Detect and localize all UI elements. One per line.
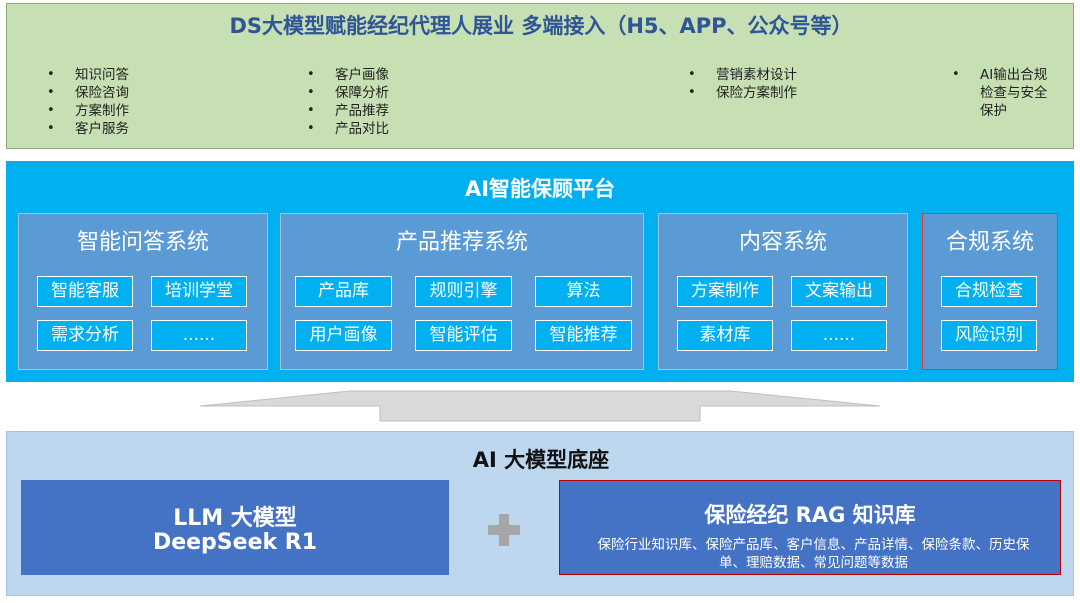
list-item: 营销素材设计	[688, 66, 797, 84]
module-box: 用户画像	[295, 320, 392, 351]
list-item: 保障分析	[307, 84, 389, 102]
system-title: 合规系统	[945, 230, 1034, 255]
module-box: 合规检查	[941, 276, 1037, 307]
rag-title: 保险经纪 RAG 知识库	[704, 503, 916, 527]
list-item: AI输出合规检查与安全保护	[952, 66, 1060, 120]
channels-title: DS大模型赋能经纪代理人展业 多端接入（H5、APP、公众号等）	[229, 14, 853, 38]
list-item: 方案制作	[47, 102, 129, 120]
list-item: 客户服务	[47, 120, 129, 138]
foundation-title: AI 大模型底座	[472, 448, 610, 472]
module-box: ......	[151, 320, 247, 351]
module-box: 智能推荐	[535, 320, 632, 351]
qa-system: 智能问答系统 智能客服 培训学堂 需求分析 ......	[18, 213, 268, 370]
list-item: 产品对比	[307, 120, 389, 138]
platform-title: AI智能保顾平台	[464, 177, 616, 201]
content-system: 内容系统 方案制作 文案输出 素材库 ......	[658, 213, 908, 370]
module-box: 算法	[535, 276, 632, 307]
module-box: 需求分析	[37, 320, 133, 351]
module-box: 文案输出	[791, 276, 887, 307]
module-box: 素材库	[677, 320, 773, 351]
list-item: 产品推荐	[307, 102, 389, 120]
product-recommendation-system: 产品推荐系统 产品库 规则引擎 算法 用户画像 智能评估 智能推荐	[280, 213, 644, 370]
llm-model-name: DeepSeek R1	[152, 530, 318, 555]
list-item: 知识问答	[47, 66, 129, 84]
module-box: 智能客服	[37, 276, 133, 307]
llm-label: LLM 大模型	[173, 506, 297, 531]
system-title: 智能问答系统	[76, 230, 209, 255]
module-box: 智能评估	[415, 320, 512, 351]
feature-list-analysis: 客户画像 保障分析 产品推荐 产品对比	[307, 66, 389, 138]
model-foundation: AI 大模型底座 LLM 大模型 DeepSeek R1 保险经纪 RAG 知识…	[6, 431, 1074, 596]
llm-box: LLM 大模型 DeepSeek R1	[21, 480, 449, 575]
ai-advisor-platform: AI智能保顾平台 智能问答系统 智能客服 培训学堂 需求分析 ...... 产品…	[6, 161, 1074, 382]
module-box: 培训学堂	[151, 276, 247, 307]
system-title: 产品推荐系统	[395, 230, 528, 255]
compliance-system: 合规系统 合规检查 风险识别	[922, 213, 1058, 370]
list-item: 保险咨询	[47, 84, 129, 102]
module-box: 产品库	[295, 276, 392, 307]
feature-list-content: 营销素材设计 保险方案制作	[688, 66, 797, 102]
module-box: 方案制作	[677, 276, 773, 307]
module-box: 规则引擎	[415, 276, 512, 307]
channels-panel: DS大模型赋能经纪代理人展业 多端接入（H5、APP、公众号等） 知识问答 保险…	[6, 3, 1074, 149]
list-item: 保险方案制作	[688, 84, 797, 102]
rag-knowledge-base: 保险经纪 RAG 知识库 保险行业知识库、保险产品库、客户信息、产品详情、保险条…	[559, 480, 1061, 575]
module-box: 风险识别	[941, 320, 1037, 351]
upward-arrow-icon	[199, 390, 881, 422]
list-item: 客户画像	[307, 66, 389, 84]
feature-list-compliance: AI输出合规检查与安全保护	[952, 66, 1060, 120]
module-box: ......	[791, 320, 887, 351]
plus-icon	[488, 514, 520, 546]
feature-list-qa: 知识问答 保险咨询 方案制作 客户服务	[47, 66, 129, 138]
rag-description: 保险行业知识库、保险产品库、客户信息、产品详情、保险条款、历史保单、理赔数据、常…	[597, 537, 1030, 571]
system-title: 内容系统	[738, 230, 827, 255]
